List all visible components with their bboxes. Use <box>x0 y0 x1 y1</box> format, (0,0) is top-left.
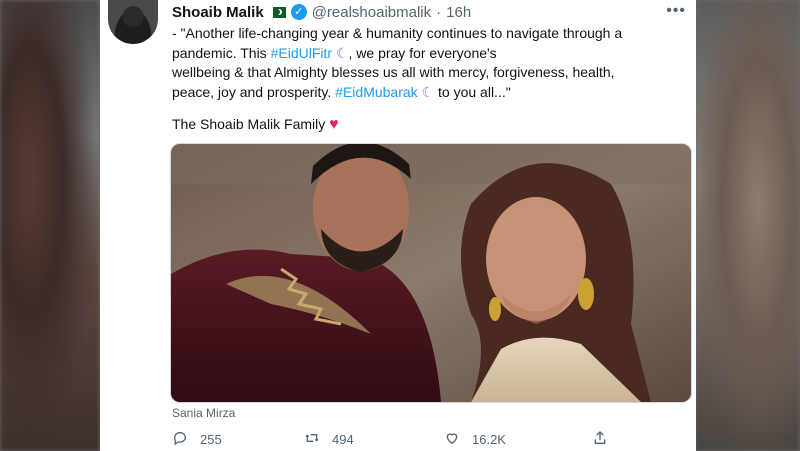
share-icon <box>592 430 608 449</box>
hashtag-eidulfitr[interactable]: #EidUlFitr <box>271 45 332 61</box>
avatar[interactable] <box>108 0 158 44</box>
family-line: The Shoaib Malik Family ♥ <box>172 116 339 134</box>
family-text: The Shoaib Malik Family <box>172 116 326 132</box>
like-button[interactable]: 16.2K <box>444 430 506 449</box>
tweet-header: Shoaib Malik ✓ @realshoaibmalik · 16h <box>172 3 471 21</box>
tweet-actions: 255 494 16.2K <box>172 430 692 450</box>
text-segment: to you all..." <box>434 83 511 100</box>
reply-count: 255 <box>200 432 222 447</box>
separator-dot: · <box>436 3 442 21</box>
like-count: 16.2K <box>472 432 506 447</box>
photo-illustration <box>171 144 691 402</box>
tweet-card[interactable]: Shoaib Malik ✓ @realshoaibmalik · 16h ••… <box>100 0 696 451</box>
pakistan-flag-icon <box>268 6 286 18</box>
blurred-background-right <box>695 0 800 451</box>
tweet-text-line: wellbeing & that Almighty blesses us all… <box>172 64 615 80</box>
reply-icon <box>172 430 188 449</box>
hashtag-eidmubarak[interactable]: #EidMubarak <box>335 84 418 100</box>
heart-emoji: ♥ <box>329 116 339 133</box>
text-segment: peace, joy and prosperity. <box>172 83 336 100</box>
retweet-count: 494 <box>332 432 354 447</box>
like-icon <box>444 430 460 449</box>
text-segment: , we pray for everyone's <box>348 44 497 61</box>
share-button[interactable] <box>592 430 608 449</box>
more-icon[interactable]: ••• <box>666 2 686 20</box>
blurred-background-left <box>0 0 100 451</box>
crescent-moon-icon: ☾ <box>421 83 435 100</box>
author-handle[interactable]: @realshoaibmalik <box>312 4 431 21</box>
retweet-button[interactable]: 494 <box>304 430 354 449</box>
reply-button[interactable]: 255 <box>172 430 222 449</box>
tweet-text-line: pandemic. This #EidUlFitr ☾, we pray for… <box>172 44 687 64</box>
tweet-time[interactable]: 16h <box>446 4 471 21</box>
crescent-moon-icon: ☾ <box>335 44 349 61</box>
text-segment: pandemic. This <box>172 44 271 61</box>
tweet-text-line: peace, joy and prosperity. #EidMubarak ☾… <box>172 83 687 103</box>
tweet-text-line: - "Another life-changing year & humanity… <box>172 25 623 41</box>
tweet-photo[interactable] <box>170 143 692 403</box>
retweet-icon <box>304 430 320 449</box>
verified-icon: ✓ <box>290 4 307 20</box>
photo-tag[interactable]: Sania Mirza <box>172 406 235 420</box>
author-name[interactable]: Shoaib Malik <box>172 4 264 21</box>
tweet-text: - "Another life-changing year & humanity… <box>172 24 687 102</box>
